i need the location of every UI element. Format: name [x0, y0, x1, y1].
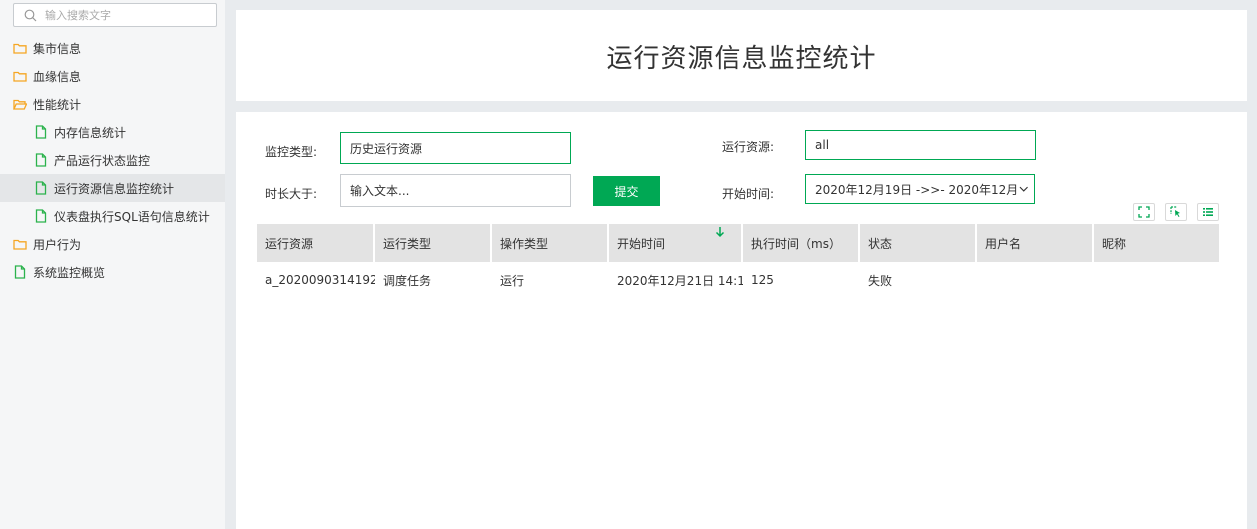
column-header-exec-time[interactable]: 执行时间（ms） [743, 224, 860, 262]
start-time-value: 2020年12月19日 ->>- 2020年12月... [815, 182, 1019, 197]
duration-field[interactable] [340, 174, 571, 207]
folder-icon [13, 43, 27, 54]
title-panel: 运行资源信息监控统计 [236, 10, 1247, 101]
tree-item-user-behavior[interactable]: 用户行为 [0, 230, 225, 258]
list-icon [1203, 208, 1213, 216]
content-panel: 监控类型: 历史运行资源 时长大于: 提交 运行资源: all 开始时间: 20… [236, 112, 1247, 529]
submit-button[interactable]: 提交 [593, 176, 660, 206]
data-table: 运行资源 运行类型 操作类型 开始时间 执行时间（ms） 状态 用户名 昵称 a… [257, 224, 1219, 298]
tree-item-market-info[interactable]: 集市信息 [0, 34, 225, 62]
search-icon [24, 9, 37, 21]
column-header-username[interactable]: 用户名 [977, 224, 1094, 262]
cell-username [977, 262, 1094, 298]
start-time-select[interactable]: 2020年12月19日 ->>- 2020年12月... [805, 174, 1035, 204]
file-icon [14, 265, 26, 279]
resource-label: 运行资源: [722, 140, 775, 154]
folder-open-icon [13, 99, 27, 110]
duration-input[interactable] [350, 183, 570, 198]
column-header-nickname[interactable]: 昵称 [1094, 224, 1219, 262]
table-header: 运行资源 运行类型 操作类型 开始时间 执行时间（ms） 状态 用户名 昵称 [257, 224, 1219, 262]
table-row[interactable]: a_2020090314192 调度任务 运行 2020年12月21日 14:1… [257, 262, 1219, 298]
tree-item-resource-monitor[interactable]: 运行资源信息监控统计 [0, 174, 225, 202]
fullscreen-icon [1138, 206, 1150, 218]
column-header-resource[interactable]: 运行资源 [257, 224, 375, 262]
tree-item-label: 产品运行状态监控 [54, 153, 151, 168]
tree-item-label: 系统监控概览 [33, 265, 106, 280]
tree-item-label: 集市信息 [33, 41, 82, 56]
file-icon [35, 125, 47, 139]
cell-start-time: 2020年12月21日 14:1 [617, 273, 743, 288]
column-header-run-type[interactable]: 运行类型 [375, 224, 492, 262]
cell-exec-time: 125 [751, 273, 774, 287]
cell-op-type: 运行 [500, 273, 525, 288]
nav-tree: 集市信息 血缘信息 性能统计 内存信息统计 产品运行状态监控 运行资源信息监控统… [0, 34, 225, 286]
file-icon [35, 209, 47, 223]
tree-item-memory-stats[interactable]: 内存信息统计 [0, 118, 225, 146]
sidebar-scrollbar[interactable] [225, 0, 229, 529]
tree-item-label: 血缘信息 [33, 69, 82, 84]
tree-item-system-overview[interactable]: 系统监控概览 [0, 258, 225, 286]
cell-nickname [1094, 262, 1219, 298]
file-icon [35, 181, 47, 195]
select-button[interactable] [1165, 203, 1187, 221]
file-icon [35, 153, 47, 167]
resource-value: all [815, 138, 830, 152]
tree-item-label: 用户行为 [33, 237, 82, 252]
tree-item-lineage-info[interactable]: 血缘信息 [0, 62, 225, 90]
tree-item-label: 仪表盘执行SQL语句信息统计 [54, 209, 210, 224]
monitor-type-label: 监控类型: [265, 145, 318, 159]
tree-item-label: 性能统计 [33, 97, 82, 112]
column-list-button[interactable] [1197, 203, 1219, 221]
folder-icon [13, 239, 27, 250]
sort-down-icon[interactable] [715, 226, 725, 238]
duration-label: 时长大于: [265, 187, 318, 201]
tree-item-dashboard-sql[interactable]: 仪表盘执行SQL语句信息统计 [0, 202, 225, 230]
cell-status: 失败 [868, 273, 893, 288]
cell-run-type: 调度任务 [383, 273, 432, 288]
cell-resource: a_2020090314192 [265, 273, 375, 287]
search-box[interactable] [13, 3, 217, 27]
tree-item-label: 内存信息统计 [54, 125, 127, 140]
column-header-status[interactable]: 状态 [860, 224, 977, 262]
tree-item-performance-stats[interactable]: 性能统计 [0, 90, 225, 118]
monitor-type-value: 历史运行资源 [350, 141, 423, 156]
monitor-type-select[interactable]: 历史运行资源 [340, 132, 571, 164]
start-time-label: 开始时间: [722, 187, 775, 201]
folder-icon [13, 71, 27, 82]
tree-item-label: 运行资源信息监控统计 [54, 181, 175, 196]
tree-item-product-status[interactable]: 产品运行状态监控 [0, 146, 225, 174]
resource-select[interactable]: all [805, 130, 1036, 160]
column-header-op-type[interactable]: 操作类型 [492, 224, 609, 262]
search-input[interactable] [43, 7, 207, 23]
chevron-down-icon [1019, 186, 1028, 192]
column-header-start-time[interactable]: 开始时间 [609, 224, 743, 262]
fullscreen-button[interactable] [1133, 203, 1155, 221]
page-title: 运行资源信息监控统计 [606, 44, 877, 74]
cursor-select-icon [1170, 206, 1180, 217]
sidebar: 集市信息 血缘信息 性能统计 内存信息统计 产品运行状态监控 运行资源信息监控统… [0, 0, 226, 529]
